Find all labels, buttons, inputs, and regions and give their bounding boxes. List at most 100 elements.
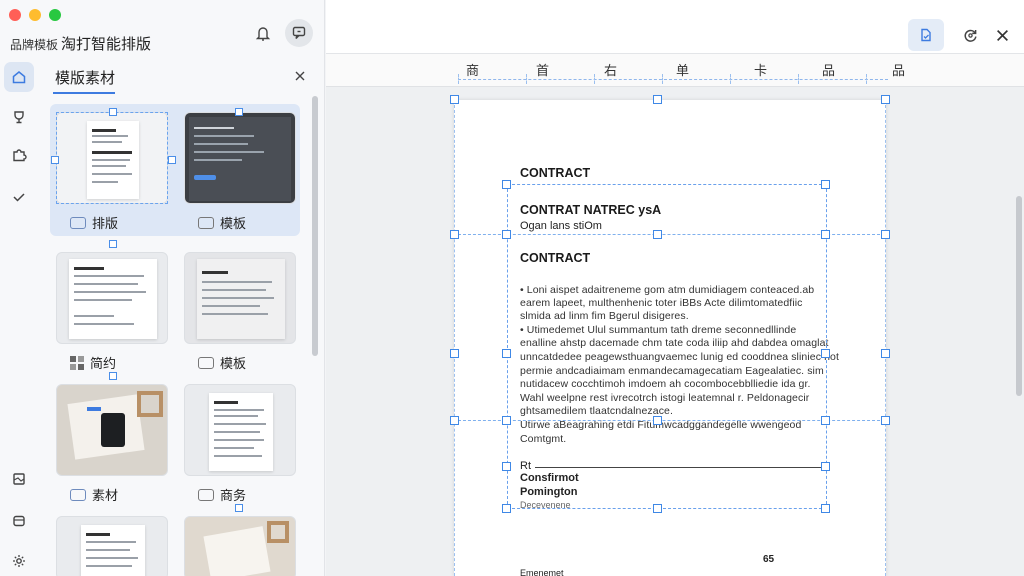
close-button[interactable] xyxy=(984,19,1020,51)
export-button[interactable] xyxy=(908,19,944,51)
resize-handle[interactable] xyxy=(450,95,459,104)
template-card[interactable]: 素材 xyxy=(50,376,176,508)
template-thumbnail xyxy=(184,112,296,204)
icon-rail xyxy=(0,58,38,576)
resize-handle[interactable] xyxy=(653,95,662,104)
selection-handle[interactable] xyxy=(502,462,511,471)
selection-outline xyxy=(56,112,168,204)
resize-handle[interactable] xyxy=(109,240,117,248)
selection-handle[interactable] xyxy=(653,230,662,239)
grid-icon xyxy=(70,355,84,370)
resize-handle[interactable] xyxy=(450,349,459,358)
selection-handle[interactable] xyxy=(821,416,830,425)
resize-handle[interactable] xyxy=(168,156,176,164)
home-nav-button[interactable] xyxy=(4,62,34,92)
document-check-icon xyxy=(921,28,931,42)
template-card[interactable] xyxy=(50,508,176,576)
template-label: 模板 xyxy=(198,213,246,232)
template-card[interactable]: 模板 xyxy=(178,104,304,236)
template-label-text: 排版 xyxy=(92,216,119,231)
template-card[interactable] xyxy=(178,508,304,576)
refresh-icon xyxy=(964,29,977,42)
notification-button[interactable] xyxy=(250,21,276,47)
panel-close-button[interactable] xyxy=(290,66,310,86)
selection-handle[interactable] xyxy=(502,416,511,425)
resize-handle[interactable] xyxy=(450,416,459,425)
text-selection-box[interactable] xyxy=(507,184,827,509)
check-icon xyxy=(13,193,25,202)
template-thumbnail xyxy=(56,384,168,476)
crop-nav-button[interactable] xyxy=(4,464,34,494)
doc-heading[interactable]: CONTRACT xyxy=(520,166,590,180)
template-type-icon xyxy=(198,216,214,229)
app-title: 品牌模板 淘打智能排版 xyxy=(10,33,151,54)
template-card[interactable]: 商务 xyxy=(178,376,304,508)
ruler-tick xyxy=(458,74,459,84)
template-label-text: 模板 xyxy=(220,356,247,371)
ruler-tick xyxy=(866,74,867,84)
selection-handle[interactable] xyxy=(653,504,662,513)
check-nav-button[interactable] xyxy=(4,182,34,212)
resize-handle[interactable] xyxy=(109,372,117,380)
selection-handle[interactable] xyxy=(502,504,511,513)
refresh-button[interactable] xyxy=(952,19,988,51)
trophy-icon xyxy=(14,111,24,124)
resize-handle[interactable] xyxy=(235,108,243,116)
left-panel: 品牌模板 淘打智能排版 模版素材 排版 模板 简约 模板 素材 商务 xyxy=(0,0,325,576)
template-card[interactable]: 模板 xyxy=(178,244,304,376)
template-thumbnail xyxy=(56,252,168,344)
puzzle-icon xyxy=(13,149,27,162)
resize-handle[interactable] xyxy=(881,230,890,239)
panel-scrollbar[interactable] xyxy=(312,96,318,356)
feedback-button[interactable] xyxy=(285,19,313,47)
layer-nav-button[interactable] xyxy=(4,506,34,536)
close-icon xyxy=(996,29,1008,41)
ruler-guide xyxy=(458,79,888,80)
template-type-icon xyxy=(198,356,214,369)
close-window-button[interactable] xyxy=(9,9,21,21)
bell-icon xyxy=(255,27,271,41)
ruler-label: 首 xyxy=(536,63,550,78)
template-label-text: 商务 xyxy=(220,488,247,503)
selection-handle[interactable] xyxy=(821,349,830,358)
template-card[interactable]: 排版 xyxy=(50,104,176,236)
template-label-text: 简约 xyxy=(90,356,117,371)
ruler-label: 品 xyxy=(822,63,836,78)
panel-tab-indicator xyxy=(53,92,115,94)
resize-handle[interactable] xyxy=(881,416,890,425)
resize-handle[interactable] xyxy=(881,349,890,358)
panel-title[interactable]: 模版素材 xyxy=(55,67,115,88)
canvas-area: 商 首 右 单 卡 品 品 CONTRACT CONTRAT NATREC ys… xyxy=(326,0,1024,576)
resize-handle[interactable] xyxy=(109,108,117,116)
canvas-scrollbar[interactable] xyxy=(1016,196,1022,396)
selection-handle[interactable] xyxy=(653,416,662,425)
plugin-nav-button[interactable] xyxy=(4,140,34,170)
ruler-tick xyxy=(526,74,527,84)
template-thumbnail xyxy=(184,252,296,344)
selection-handle[interactable] xyxy=(502,349,511,358)
selection-handle[interactable] xyxy=(821,180,830,189)
template-type-icon xyxy=(70,488,86,501)
template-card[interactable]: 简约 xyxy=(50,244,176,376)
ruler-label: 右 xyxy=(604,63,618,78)
top-ruler: 商 首 右 单 卡 品 品 xyxy=(326,54,1024,87)
selection-handle[interactable] xyxy=(502,230,511,239)
message-icon xyxy=(292,26,306,39)
ruler-label: 品 xyxy=(892,63,906,78)
selection-handle[interactable] xyxy=(502,180,511,189)
minimize-window-button[interactable] xyxy=(29,9,41,21)
selection-handle[interactable] xyxy=(821,462,830,471)
resize-handle[interactable] xyxy=(450,230,459,239)
ruler-tick xyxy=(662,74,663,84)
resize-handle[interactable] xyxy=(881,95,890,104)
panel-header: 模版素材 xyxy=(50,62,320,94)
selection-handle[interactable] xyxy=(821,504,830,513)
maximize-window-button[interactable] xyxy=(49,9,61,21)
resize-handle[interactable] xyxy=(51,156,59,164)
selection-handle[interactable] xyxy=(821,230,830,239)
award-nav-button[interactable] xyxy=(4,102,34,132)
resize-handle[interactable] xyxy=(235,504,243,512)
settings-nav-button[interactable] xyxy=(4,546,34,576)
ruler-tick xyxy=(730,74,731,84)
page-footer: Emenemet xyxy=(520,568,564,576)
